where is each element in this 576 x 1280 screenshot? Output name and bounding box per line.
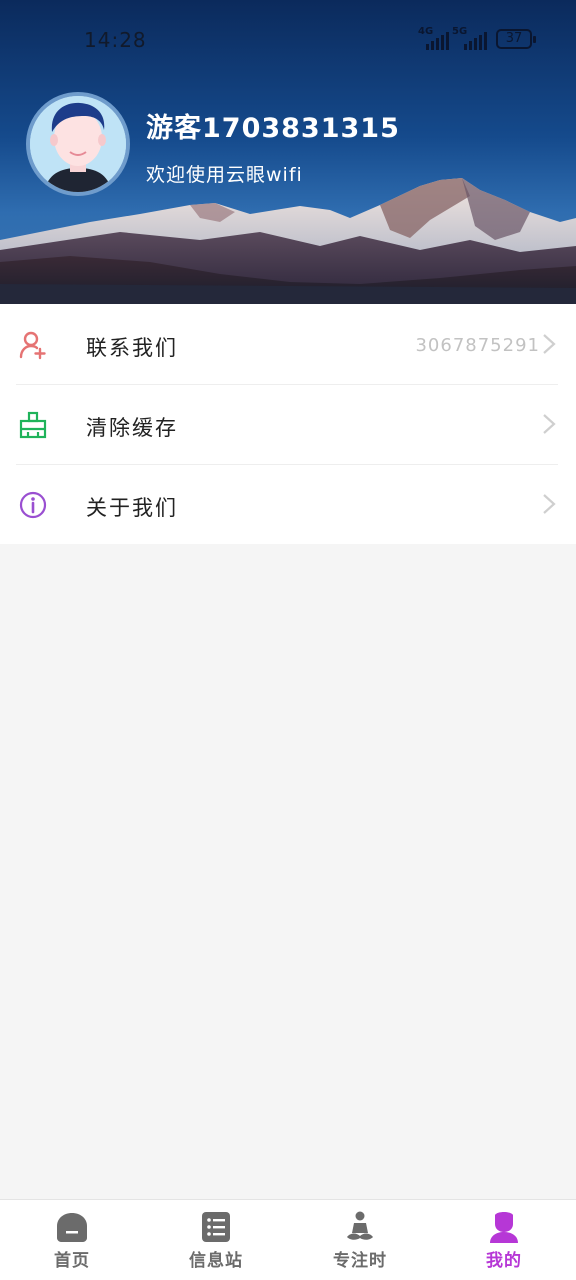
info-icon [19, 491, 47, 519]
menu-item-about[interactable]: 关于我们 [0, 464, 576, 544]
avatar-face-icon [30, 96, 126, 192]
chevron-right-icon [543, 414, 556, 434]
add-person-icon [19, 331, 46, 360]
nav-label: 我的 [486, 1251, 522, 1271]
status-time: 14:28 [84, 28, 147, 52]
username: 游客1703831315 [146, 113, 400, 144]
broom-icon [19, 411, 47, 439]
menu-item-label: 联系我们 [86, 336, 178, 360]
bottom-nav: 首页 信息站 专注时 我的 [0, 1199, 576, 1280]
profile-icon [490, 1212, 518, 1243]
nav-label: 首页 [54, 1251, 90, 1271]
nav-item-mine[interactable]: 我的 [432, 1200, 576, 1280]
nav-label: 信息站 [189, 1251, 243, 1271]
menu-item-label: 清除缓存 [86, 416, 178, 440]
contact-number: 3067875291 [415, 335, 540, 356]
battery-icon: 37 [496, 29, 536, 49]
menu-item-label: 关于我们 [86, 496, 178, 520]
nav-label: 专注时 [333, 1251, 387, 1271]
profile-header: 14:28 4G 5G 37 游客1703831315 欢迎使用云眼wifi [0, 0, 576, 304]
meditation-icon [347, 1211, 373, 1240]
menu-item-contact[interactable]: 联系我们 3067875291 [0, 304, 576, 384]
welcome-text: 欢迎使用云眼wifi [146, 164, 303, 186]
nav-item-focus-time[interactable]: 专注时 [288, 1200, 432, 1280]
chevron-right-icon [543, 334, 556, 354]
nav-item-info-station[interactable]: 信息站 [144, 1200, 288, 1280]
menu-item-clear-cache[interactable]: 清除缓存 [0, 384, 576, 464]
status-bar: 14:28 4G 5G 37 [0, 0, 576, 80]
avatar[interactable] [26, 92, 130, 196]
list-icon [202, 1212, 230, 1242]
chevron-right-icon [543, 494, 556, 514]
nav-item-home[interactable]: 首页 [0, 1200, 144, 1280]
home-icon [57, 1213, 87, 1242]
settings-menu: 联系我们 3067875291 清除缓存 关于我们 [0, 304, 576, 544]
